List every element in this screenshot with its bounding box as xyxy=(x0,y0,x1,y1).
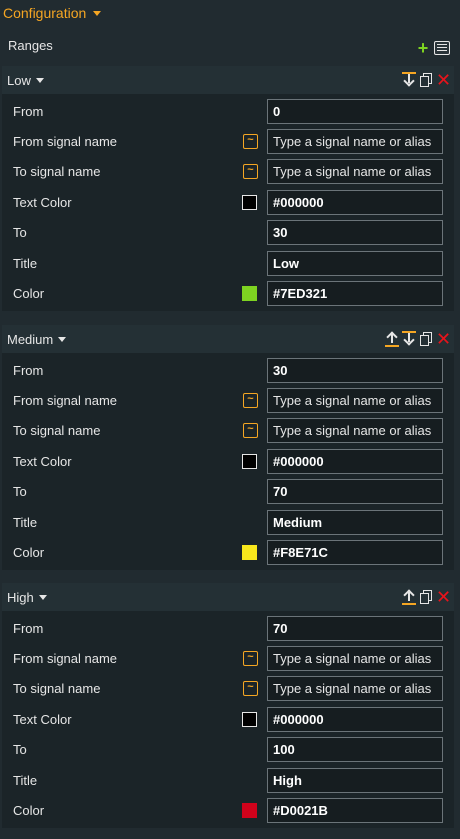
to-signal-label: To signal name xyxy=(13,164,101,180)
title-label: Title xyxy=(13,255,38,271)
color-swatch[interactable] xyxy=(242,803,257,819)
move-down-icon[interactable] xyxy=(402,331,416,347)
text-color-input[interactable]: #000000 xyxy=(267,189,443,215)
to-input[interactable]: 30 xyxy=(267,220,443,246)
color-swatch[interactable] xyxy=(242,545,257,561)
range-name-dropdown[interactable]: High xyxy=(7,590,47,605)
list-icon[interactable] xyxy=(434,41,450,55)
text-color-label: Text Color xyxy=(13,194,72,210)
color-input[interactable]: #7ED321 xyxy=(267,281,443,307)
chevron-down-icon xyxy=(35,77,44,83)
configuration-title: Configuration xyxy=(3,5,87,21)
signal-icon[interactable]: ~ xyxy=(243,134,258,150)
to-signal-input[interactable]: Type a signal name or alias xyxy=(267,676,443,702)
move-down-icon[interactable] xyxy=(402,72,416,88)
from-input[interactable]: 0 xyxy=(267,98,443,124)
text-color-label: Text Color xyxy=(13,453,72,469)
range-name-label: High xyxy=(7,589,34,605)
chevron-down-icon xyxy=(93,10,102,16)
title-input[interactable]: Low xyxy=(267,250,443,276)
from-label: From xyxy=(13,620,44,636)
range-high: High ✕ From 70 From signal name ~ Type a si… xyxy=(2,583,454,828)
range-name-dropdown[interactable]: Medium xyxy=(7,331,67,347)
color-label: Color xyxy=(13,545,45,561)
from-signal-label: From signal name xyxy=(13,393,118,409)
to-label: To xyxy=(13,484,27,500)
range-header: High ✕ xyxy=(2,583,454,611)
configuration-dropdown[interactable]: Configuration xyxy=(3,5,102,21)
delete-icon[interactable]: ✕ xyxy=(436,588,451,606)
to-signal-input[interactable]: Type a signal name or alias xyxy=(267,159,443,185)
text-color-swatch[interactable] xyxy=(242,453,257,469)
from-label: From xyxy=(13,362,44,378)
to-input[interactable]: 100 xyxy=(267,737,443,763)
chevron-down-icon xyxy=(38,594,47,600)
move-up-icon[interactable] xyxy=(402,589,416,605)
to-signal-label: To signal name xyxy=(13,423,101,439)
text-color-input[interactable]: #000000 xyxy=(267,448,443,474)
chevron-down-icon xyxy=(58,336,67,342)
plus-icon[interactable]: + xyxy=(416,39,430,57)
range-name-label: Low xyxy=(7,72,31,88)
delete-icon[interactable]: ✕ xyxy=(436,330,451,348)
signal-icon[interactable]: ~ xyxy=(243,651,258,667)
range-header: Low ✕ xyxy=(2,66,454,94)
from-signal-label: From signal name xyxy=(13,651,118,667)
text-color-swatch[interactable] xyxy=(242,711,257,727)
range-name-label: Medium xyxy=(7,331,54,347)
from-signal-label: From signal name xyxy=(13,134,118,150)
text-color-input[interactable]: #000000 xyxy=(267,706,443,732)
color-input[interactable]: #F8E71C xyxy=(267,540,443,566)
to-input[interactable]: 70 xyxy=(267,479,443,505)
from-signal-input[interactable]: Type a signal name or alias xyxy=(267,129,443,155)
color-label: Color xyxy=(13,803,45,819)
title-label: Title xyxy=(13,514,38,530)
range-medium: Medium ✕ From 30 From signal name ~ Type a … xyxy=(2,325,454,570)
to-label: To xyxy=(13,742,27,758)
ranges-label: Ranges xyxy=(8,38,53,53)
copy-icon[interactable] xyxy=(419,331,433,347)
copy-icon[interactable] xyxy=(419,589,433,605)
title-label: Title xyxy=(13,772,38,788)
to-signal-input[interactable]: Type a signal name or alias xyxy=(267,418,443,444)
to-label: To xyxy=(13,225,27,241)
from-signal-input[interactable]: Type a signal name or alias xyxy=(267,388,443,414)
range-name-dropdown[interactable]: Low xyxy=(7,73,44,88)
color-input[interactable]: #D0021B xyxy=(267,798,443,824)
from-label: From xyxy=(13,103,44,119)
range-low: Low ✕ From 0 From signal name ~ Type a sign… xyxy=(2,66,454,311)
delete-icon[interactable]: ✕ xyxy=(436,71,451,89)
range-header: Medium ✕ xyxy=(2,325,454,353)
signal-icon[interactable]: ~ xyxy=(243,393,258,409)
to-signal-label: To signal name xyxy=(13,681,101,697)
color-swatch[interactable] xyxy=(242,286,257,302)
from-signal-input[interactable]: Type a signal name or alias xyxy=(267,646,443,672)
text-color-swatch[interactable] xyxy=(242,194,257,210)
signal-icon[interactable]: ~ xyxy=(243,681,258,697)
text-color-label: Text Color xyxy=(13,711,72,727)
color-label: Color xyxy=(13,286,45,302)
title-input[interactable]: Medium xyxy=(267,509,443,535)
from-input[interactable]: 30 xyxy=(267,357,443,383)
title-input[interactable]: High xyxy=(267,767,443,793)
move-up-icon[interactable] xyxy=(385,331,399,347)
signal-icon[interactable]: ~ xyxy=(243,423,258,439)
from-input[interactable]: 70 xyxy=(267,615,443,641)
copy-icon[interactable] xyxy=(419,72,433,88)
signal-icon[interactable]: ~ xyxy=(243,164,258,180)
